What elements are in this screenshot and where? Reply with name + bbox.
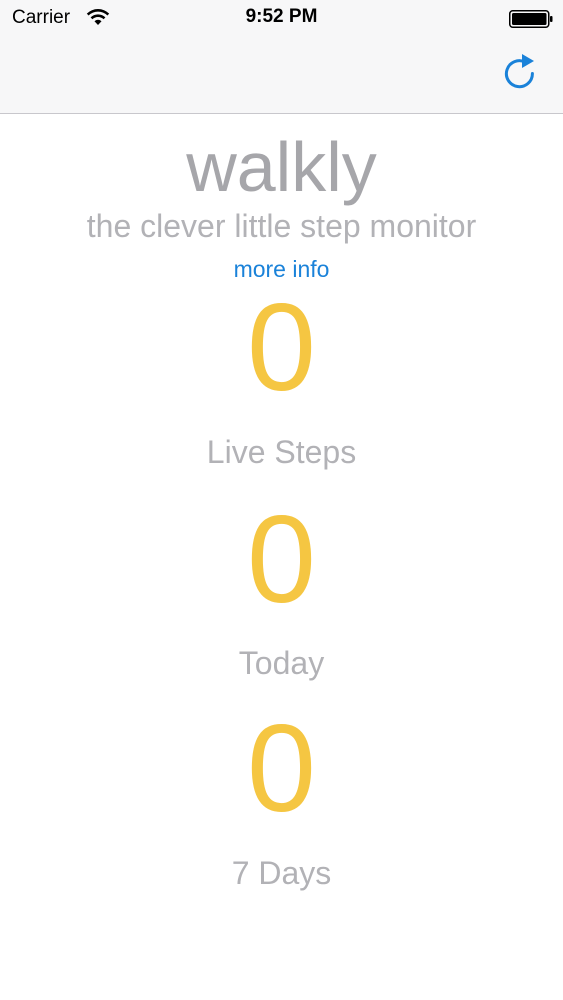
- live-steps-label: Live Steps: [206, 434, 357, 470]
- app-subtitle: the clever little step monitor: [86, 208, 477, 244]
- seven-days-label: 7 Days: [231, 855, 332, 891]
- refresh-button[interactable]: [500, 52, 540, 94]
- seven-days-count: 0: [247, 700, 316, 838]
- navigation-bar: [0, 38, 563, 114]
- app-screen: Carrier 9:52 PM walkly the clever little…: [0, 0, 563, 1000]
- status-time: 9:52 PM: [245, 6, 318, 27]
- live-steps-count: 0: [247, 279, 316, 417]
- app-title: walkly: [186, 128, 377, 206]
- refresh-icon: [504, 54, 534, 89]
- status-bar: Carrier 9:52 PM: [0, 0, 563, 38]
- today-count: 0: [247, 491, 316, 629]
- today-label: Today: [238, 645, 325, 681]
- battery-icon: [509, 10, 553, 28]
